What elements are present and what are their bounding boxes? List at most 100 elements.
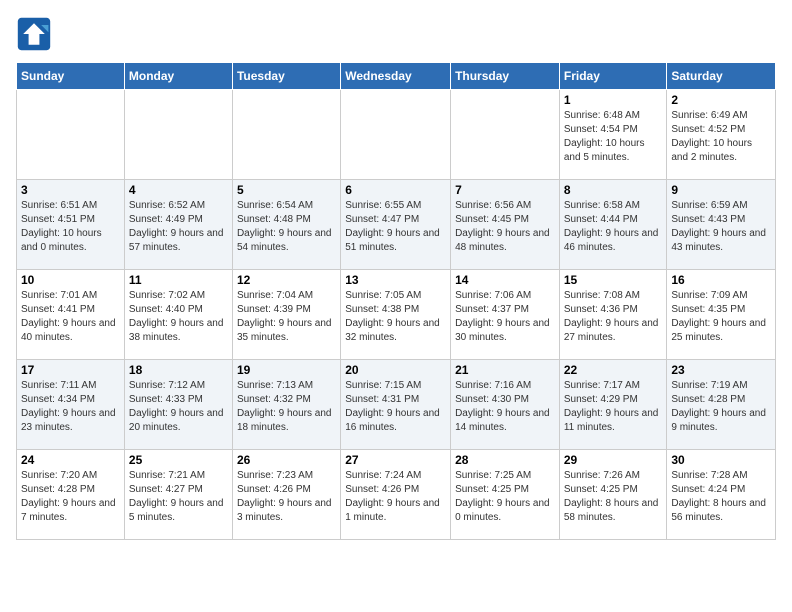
day-info: Sunrise: 7:20 AM Sunset: 4:28 PM Dayligh… — [21, 469, 120, 525]
calendar-cell: 29 Sunrise: 7:26 AM Sunset: 4:25 PM Dayli… — [559, 450, 667, 540]
day-number: 16 — [671, 273, 771, 287]
calendar-cell: 20 Sunrise: 7:15 AM Sunset: 4:31 PM Dayli… — [341, 360, 451, 450]
day-number: 22 — [564, 363, 663, 377]
weekday-header: Monday — [124, 63, 232, 90]
day-number: 29 — [564, 453, 663, 467]
calendar-cell: 5 Sunrise: 6:54 AM Sunset: 4:48 PM Daylig… — [232, 180, 340, 270]
day-info: Sunrise: 7:11 AM Sunset: 4:34 PM Dayligh… — [21, 379, 120, 435]
day-number: 9 — [671, 183, 771, 197]
day-number: 21 — [455, 363, 555, 377]
calendar-cell: 10 Sunrise: 7:01 AM Sunset: 4:41 PM Dayli… — [17, 270, 125, 360]
day-info: Sunrise: 7:06 AM Sunset: 4:37 PM Dayligh… — [455, 289, 555, 345]
day-number: 30 — [671, 453, 771, 467]
calendar-cell: 14 Sunrise: 7:06 AM Sunset: 4:37 PM Dayli… — [451, 270, 560, 360]
weekday-header: Thursday — [451, 63, 560, 90]
logo — [16, 16, 56, 52]
day-info: Sunrise: 6:56 AM Sunset: 4:45 PM Dayligh… — [455, 199, 555, 255]
calendar-cell: 22 Sunrise: 7:17 AM Sunset: 4:29 PM Dayli… — [559, 360, 667, 450]
calendar-table: SundayMondayTuesdayWednesdayThursdayFrid… — [16, 62, 776, 540]
day-info: Sunrise: 6:52 AM Sunset: 4:49 PM Dayligh… — [129, 199, 228, 255]
calendar-cell: 30 Sunrise: 7:28 AM Sunset: 4:24 PM Dayli… — [667, 450, 776, 540]
calendar-cell: 18 Sunrise: 7:12 AM Sunset: 4:33 PM Dayli… — [124, 360, 232, 450]
calendar-cell — [451, 90, 560, 180]
day-info: Sunrise: 7:28 AM Sunset: 4:24 PM Dayligh… — [671, 469, 771, 525]
calendar-cell: 24 Sunrise: 7:20 AM Sunset: 4:28 PM Dayli… — [17, 450, 125, 540]
logo-icon — [16, 16, 52, 52]
calendar-cell: 6 Sunrise: 6:55 AM Sunset: 4:47 PM Daylig… — [341, 180, 451, 270]
day-info: Sunrise: 6:58 AM Sunset: 4:44 PM Dayligh… — [564, 199, 663, 255]
day-info: Sunrise: 7:08 AM Sunset: 4:36 PM Dayligh… — [564, 289, 663, 345]
calendar-cell — [232, 90, 340, 180]
day-number: 17 — [21, 363, 120, 377]
weekday-header: Sunday — [17, 63, 125, 90]
day-number: 24 — [21, 453, 120, 467]
day-info: Sunrise: 7:15 AM Sunset: 4:31 PM Dayligh… — [345, 379, 446, 435]
calendar-cell — [124, 90, 232, 180]
day-info: Sunrise: 6:55 AM Sunset: 4:47 PM Dayligh… — [345, 199, 446, 255]
calendar-cell: 7 Sunrise: 6:56 AM Sunset: 4:45 PM Daylig… — [451, 180, 560, 270]
day-number: 28 — [455, 453, 555, 467]
day-info: Sunrise: 7:21 AM Sunset: 4:27 PM Dayligh… — [129, 469, 228, 525]
calendar-cell: 8Sunrise: 6:58 AM Sunset: 4:44 PM Daylig… — [559, 180, 667, 270]
day-number: 15 — [564, 273, 663, 287]
day-info: Sunrise: 7:24 AM Sunset: 4:26 PM Dayligh… — [345, 469, 446, 525]
calendar-cell — [341, 90, 451, 180]
day-info: Sunrise: 7:05 AM Sunset: 4:38 PM Dayligh… — [345, 289, 446, 345]
calendar-cell: 9 Sunrise: 6:59 AM Sunset: 4:43 PM Daylig… — [667, 180, 776, 270]
day-number: 6 — [345, 183, 446, 197]
day-number: 14 — [455, 273, 555, 287]
calendar-cell: 28 Sunrise: 7:25 AM Sunset: 4:25 PM Dayli… — [451, 450, 560, 540]
calendar-cell: 3 Sunrise: 6:51 AM Sunset: 4:51 PM Daylig… — [17, 180, 125, 270]
day-number: 13 — [345, 273, 446, 287]
day-info: Sunrise: 7:12 AM Sunset: 4:33 PM Dayligh… — [129, 379, 228, 435]
day-number: 10 — [21, 273, 120, 287]
day-number: 18 — [129, 363, 228, 377]
day-number: 12 — [237, 273, 336, 287]
day-info: Sunrise: 6:59 AM Sunset: 4:43 PM Dayligh… — [671, 199, 771, 255]
day-number: 26 — [237, 453, 336, 467]
calendar-cell — [17, 90, 125, 180]
day-number: 5 — [237, 183, 336, 197]
day-info: Sunrise: 7:26 AM Sunset: 4:25 PM Dayligh… — [564, 469, 663, 525]
day-info: Sunrise: 7:01 AM Sunset: 4:41 PM Dayligh… — [21, 289, 120, 345]
day-info: Sunrise: 6:54 AM Sunset: 4:48 PM Dayligh… — [237, 199, 336, 255]
day-info: Sunrise: 6:48 AM Sunset: 4:54 PM Dayligh… — [564, 109, 663, 165]
day-info: Sunrise: 7:04 AM Sunset: 4:39 PM Dayligh… — [237, 289, 336, 345]
weekday-header: Wednesday — [341, 63, 451, 90]
day-info: Sunrise: 7:19 AM Sunset: 4:28 PM Dayligh… — [671, 379, 771, 435]
day-number: 20 — [345, 363, 446, 377]
day-number: 3 — [21, 183, 120, 197]
day-number: 1 — [564, 93, 663, 107]
calendar-cell: 11 Sunrise: 7:02 AM Sunset: 4:40 PM Dayli… — [124, 270, 232, 360]
day-number: 11 — [129, 273, 228, 287]
calendar-cell: 12 Sunrise: 7:04 AM Sunset: 4:39 PM Dayli… — [232, 270, 340, 360]
day-info: Sunrise: 7:25 AM Sunset: 4:25 PM Dayligh… — [455, 469, 555, 525]
day-number: 4 — [129, 183, 228, 197]
calendar-cell: 19 Sunrise: 7:13 AM Sunset: 4:32 PM Dayli… — [232, 360, 340, 450]
calendar-cell: 25Sunrise: 7:21 AM Sunset: 4:27 PM Dayli… — [124, 450, 232, 540]
calendar-cell: 23 Sunrise: 7:19 AM Sunset: 4:28 PM Dayli… — [667, 360, 776, 450]
weekday-header: Friday — [559, 63, 667, 90]
day-info: Sunrise: 7:02 AM Sunset: 4:40 PM Dayligh… — [129, 289, 228, 345]
day-number: 27 — [345, 453, 446, 467]
day-number: 19 — [237, 363, 336, 377]
day-info: Sunrise: 7:16 AM Sunset: 4:30 PM Dayligh… — [455, 379, 555, 435]
calendar-cell: 1 Sunrise: 6:48 AM Sunset: 4:54 PM Daylig… — [559, 90, 667, 180]
day-info: Sunrise: 7:09 AM Sunset: 4:35 PM Dayligh… — [671, 289, 771, 345]
day-info: Sunrise: 6:51 AM Sunset: 4:51 PM Dayligh… — [21, 199, 120, 255]
calendar-cell: 15 Sunrise: 7:08 AM Sunset: 4:36 PM Dayli… — [559, 270, 667, 360]
day-number: 23 — [671, 363, 771, 377]
weekday-header: Saturday — [667, 63, 776, 90]
calendar-cell: 4 Sunrise: 6:52 AM Sunset: 4:49 PM Daylig… — [124, 180, 232, 270]
day-number: 2 — [671, 93, 771, 107]
header — [16, 16, 776, 52]
day-info: Sunrise: 7:13 AM Sunset: 4:32 PM Dayligh… — [237, 379, 336, 435]
day-info: Sunrise: 7:17 AM Sunset: 4:29 PM Dayligh… — [564, 379, 663, 435]
day-number: 7 — [455, 183, 555, 197]
day-info: Sunrise: 7:23 AM Sunset: 4:26 PM Dayligh… — [237, 469, 336, 525]
day-info: Sunrise: 6:49 AM Sunset: 4:52 PM Dayligh… — [671, 109, 771, 165]
calendar-cell: 13 Sunrise: 7:05 AM Sunset: 4:38 PM Dayli… — [341, 270, 451, 360]
calendar-cell: 16 Sunrise: 7:09 AM Sunset: 4:35 PM Dayli… — [667, 270, 776, 360]
weekday-header: Tuesday — [232, 63, 340, 90]
calendar-cell: 26 Sunrise: 7:23 AM Sunset: 4:26 PM Dayli… — [232, 450, 340, 540]
